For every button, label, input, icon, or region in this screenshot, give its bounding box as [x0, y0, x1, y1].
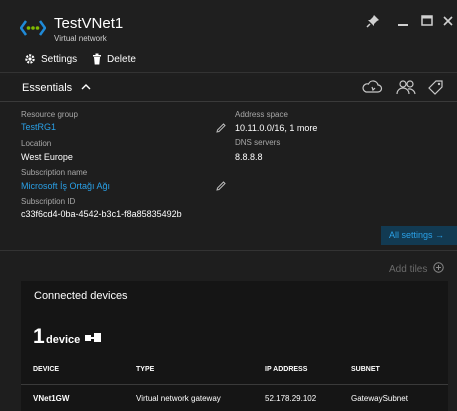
edit-resource-group-icon[interactable]	[215, 122, 227, 134]
blade-title: TestVNet1	[54, 15, 124, 32]
address-space-label: Address space	[235, 110, 288, 119]
maximize-icon[interactable]	[420, 14, 434, 28]
subscription-id-label: Subscription ID	[21, 197, 76, 206]
add-circle-icon	[433, 262, 444, 273]
tag-icon[interactable]	[427, 79, 445, 95]
resource-group-label: Resource group	[21, 110, 78, 119]
add-tiles-button[interactable]: Add tiles	[389, 262, 444, 275]
delete-button-label: Delete	[107, 53, 136, 65]
add-tiles-label: Add tiles	[389, 264, 428, 275]
blade-subtitle: Virtual network	[54, 34, 107, 43]
subscription-id-value: c33f6cd4-0ba-4542-b3c1-f8a85835492b	[21, 209, 182, 219]
all-settings-button[interactable]: All settings →	[381, 226, 457, 245]
gear-icon	[25, 54, 35, 64]
settings-button-label: Settings	[41, 53, 78, 65]
minimize-icon[interactable]	[396, 14, 410, 28]
column-header-type[interactable]: TYPE	[136, 366, 154, 373]
column-header-subnet[interactable]: SUBNET	[351, 366, 380, 373]
essentials-toggle[interactable]: Essentials	[22, 82, 91, 94]
column-header-device[interactable]: DEVICE	[33, 366, 59, 373]
device-count: 1	[33, 325, 45, 348]
subscription-name-label: Subscription name	[21, 168, 88, 177]
trash-icon	[93, 53, 101, 65]
subscription-name-link[interactable]: Microsoft İş Ortağı Ağı	[21, 181, 110, 191]
delete-button[interactable]: Delete	[92, 53, 136, 65]
edit-subscription-icon[interactable]	[215, 180, 227, 192]
address-space-value: 10.11.0.0/16, 1 more	[235, 123, 318, 133]
close-icon[interactable]	[441, 14, 455, 28]
connection-plug-icon	[85, 333, 101, 342]
virtual-network-icon	[20, 20, 46, 36]
header-divider	[0, 72, 457, 73]
settings-button[interactable]: Settings	[24, 53, 77, 65]
users-icon[interactable]	[395, 79, 417, 95]
essentials-bottom-divider	[0, 250, 457, 251]
dns-servers-value: 8.8.8.8	[235, 152, 263, 162]
device-cell[interactable]: VNet1GW	[33, 394, 69, 403]
dns-servers-label: DNS servers	[235, 138, 281, 147]
resource-group-link[interactable]: TestRG1	[21, 122, 56, 132]
table-header-divider	[21, 384, 448, 385]
cloud-icon[interactable]	[361, 79, 383, 95]
connected-devices-title: Connected devices	[34, 290, 128, 302]
column-header-ip-address[interactable]: IP ADDRESS	[265, 366, 307, 373]
device-count-unit: device	[46, 334, 81, 346]
location-value: West Europe	[21, 152, 73, 162]
essentials-divider	[0, 101, 457, 102]
pin-icon[interactable]	[366, 14, 380, 28]
type-cell: Virtual network gateway	[136, 394, 221, 403]
essentials-label: Essentials	[22, 82, 73, 94]
chevron-up-icon	[81, 84, 91, 90]
subnet-cell: GatewaySubnet	[351, 394, 408, 403]
location-label: Location	[21, 139, 52, 148]
ip-address-cell: 52.178.29.102	[265, 394, 317, 403]
